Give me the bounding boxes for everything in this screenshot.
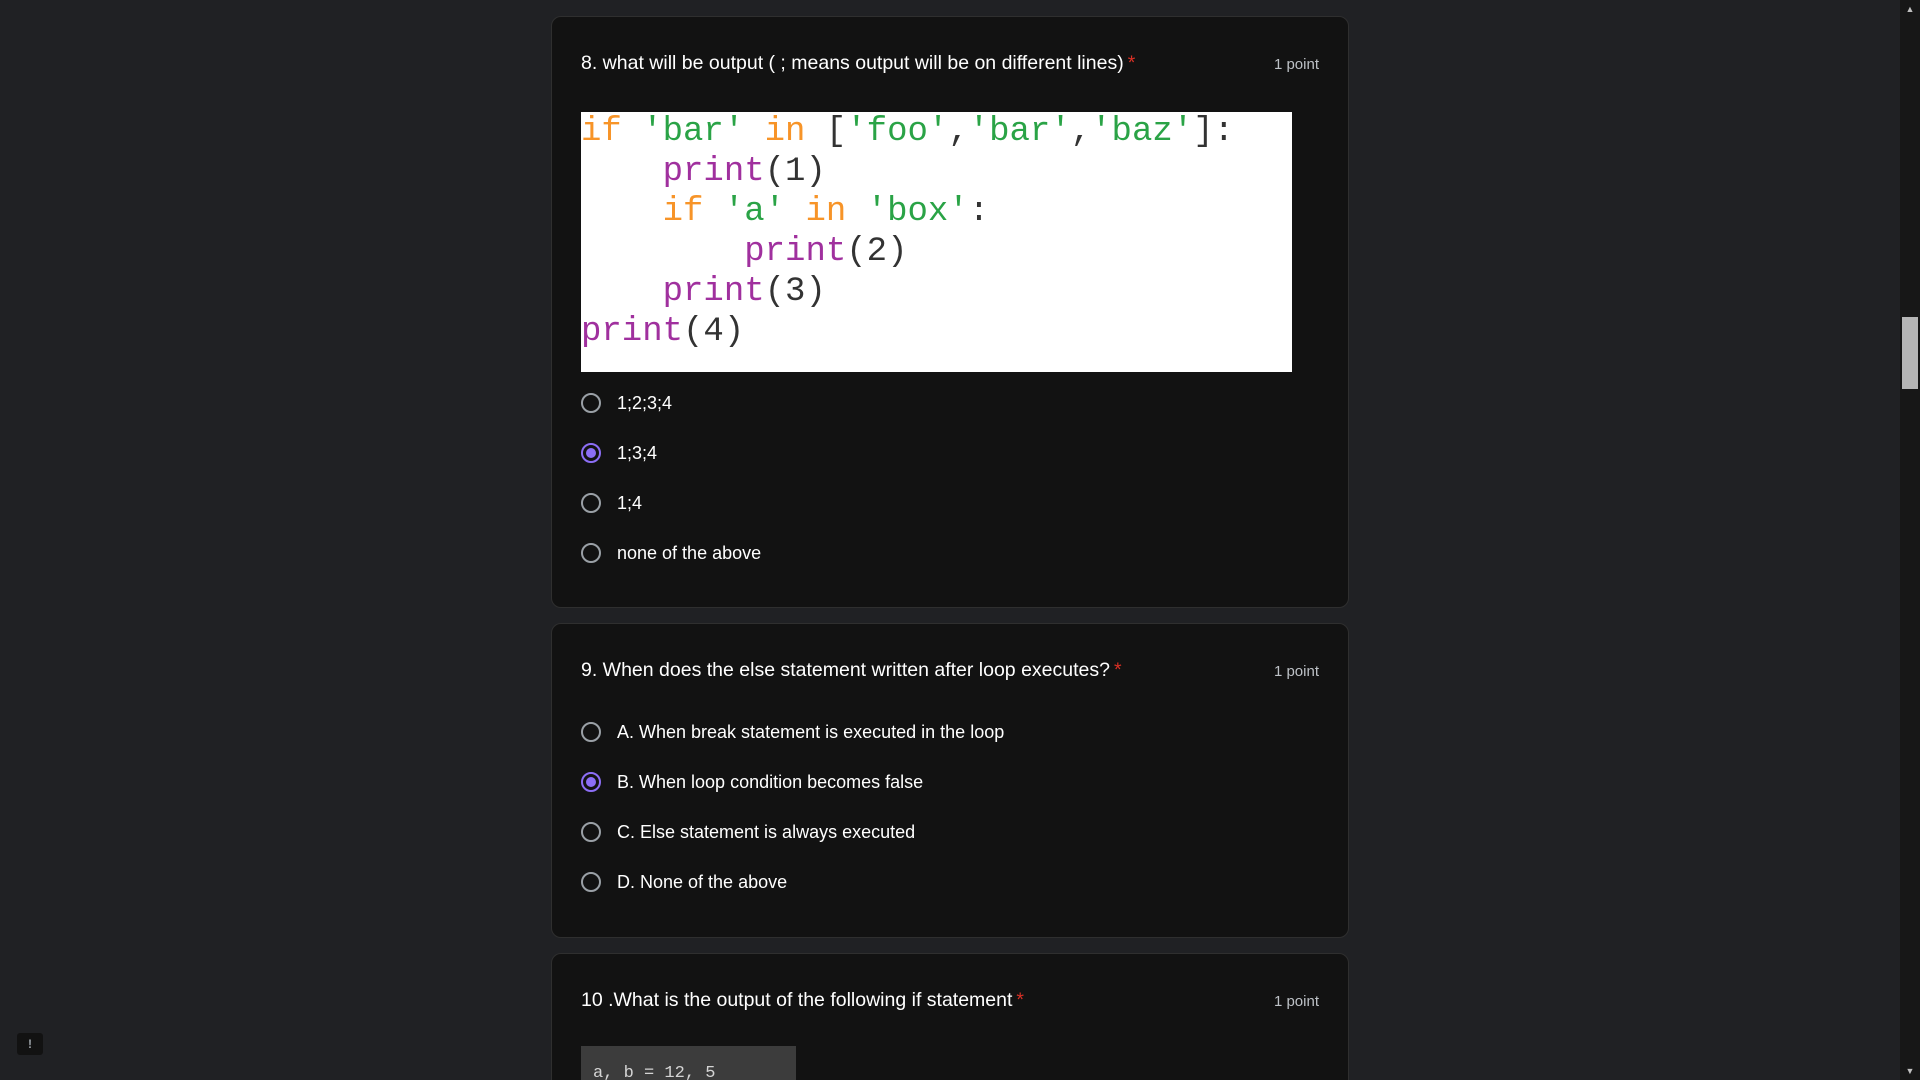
scrollbar-thumb[interactable] [1902,317,1918,389]
option-label: A. When break statement is executed in t… [617,722,1005,742]
radio-unchecked-icon[interactable] [581,543,601,563]
option-label: none of the above [617,543,762,563]
radio-unchecked-icon[interactable] [581,872,601,892]
question-title: 8. what will be output ( ; means output … [581,52,1136,74]
code-line-1: if 'bar' in ['foo','bar','baz']: [581,113,1234,151]
required-asterisk: * [1127,52,1136,74]
question-title: 9. When does the else statement written … [581,659,1122,681]
question-card-9: 9. When does the else statement written … [551,623,1349,938]
code-image: a, b = 12, 5 [581,1046,796,1080]
radio-unchecked-icon[interactable] [581,493,601,513]
radio-unchecked-icon[interactable] [581,393,601,413]
question-card-8: 8. what will be output ( ; means output … [551,16,1349,608]
option-radio-selected[interactable]: 1;3;4 [581,438,657,468]
required-asterisk: * [1016,989,1025,1011]
code-line-3: if 'a' in 'box': [662,193,990,231]
report-problem-icon[interactable]: ! [17,1033,43,1055]
code-line-2: print(1) [662,153,826,191]
radio-checked-icon[interactable] [581,443,601,463]
radio-unchecked-icon[interactable] [581,722,601,742]
code-line-5: print(3) [662,273,826,311]
question-header: 10 .What is the output of the following … [581,985,1319,1015]
option-radio-selected[interactable]: B. When loop condition becomes false [581,767,923,797]
option-radio[interactable]: 1;2;3;4 [581,388,672,418]
code-line-6: print(4) [581,313,745,351]
option-label: 1;4 [617,493,643,513]
question-points: 1 point [1273,56,1319,73]
option-radio[interactable]: D. None of the above [581,867,787,897]
code-line-4: print(2) [744,233,908,271]
scroll-down-arrow-icon[interactable]: ▼ [1900,1064,1920,1078]
question-title: 10 .What is the output of the following … [581,989,1025,1011]
question-header: 9. When does the else statement written … [581,655,1319,685]
required-asterisk: * [1113,659,1122,681]
scrollbar[interactable]: ▲ ▼ [1900,0,1920,1080]
radio-checked-icon[interactable] [581,772,601,792]
option-label: 1;3;4 [617,443,658,463]
option-radio[interactable]: 1;4 [581,488,642,518]
option-radio[interactable]: A. When break statement is executed in t… [581,717,1004,747]
option-radio[interactable]: C. Else statement is always executed [581,817,915,847]
option-radio[interactable]: none of the above [581,538,761,568]
code-image: if 'bar' in ['foo','bar','baz']: print(1… [581,112,1292,372]
option-label: 1;2;3;4 [617,393,673,413]
scroll-up-arrow-icon[interactable]: ▲ [1900,2,1920,16]
question-card-10: 10 .What is the output of the following … [551,953,1349,1080]
option-label: C. Else statement is always executed [617,822,916,842]
question-header: 8. what will be output ( ; means output … [581,48,1319,78]
option-label: D. None of the above [617,872,788,892]
question-points: 1 point [1273,993,1319,1010]
form-page: 8. what will be output ( ; means output … [0,0,1920,1080]
option-label: B. When loop condition becomes false [617,772,924,792]
question-points: 1 point [1273,663,1319,680]
radio-unchecked-icon[interactable] [581,822,601,842]
